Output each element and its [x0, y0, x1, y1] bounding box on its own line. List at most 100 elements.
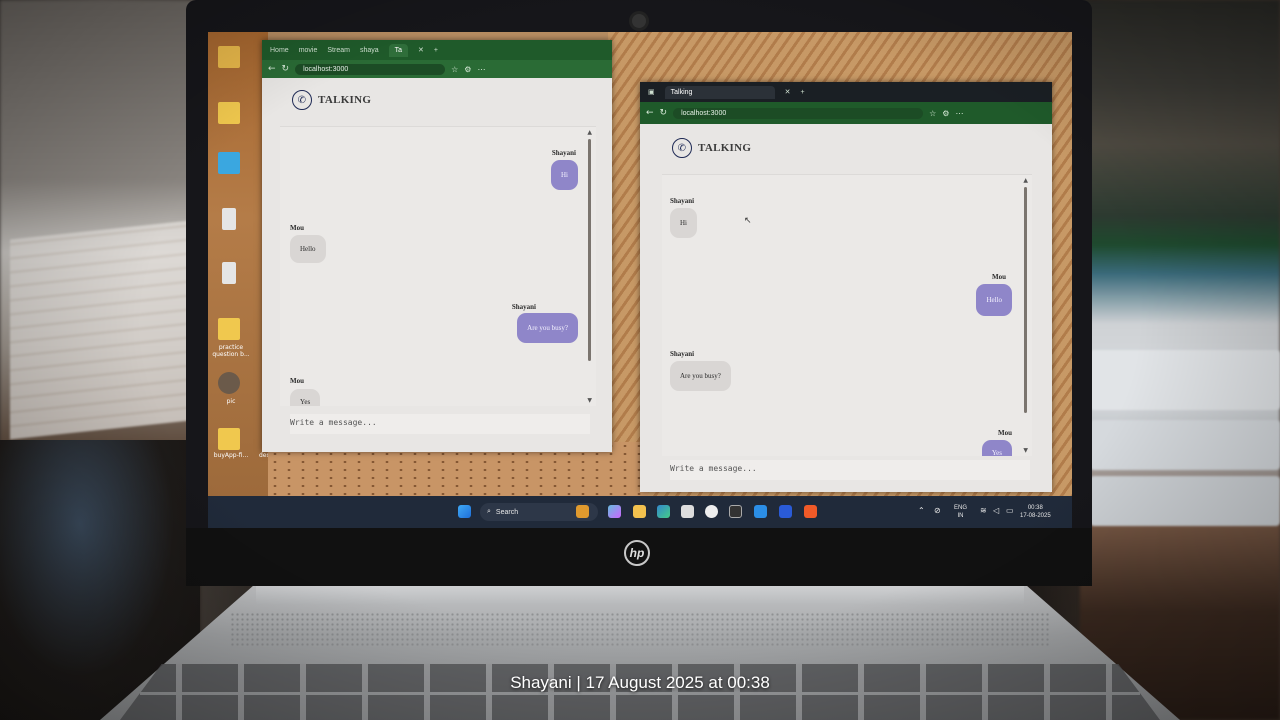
wifi-icon[interactable]: ≋: [980, 507, 987, 515]
clock[interactable]: 00:38 17-08-2025: [1020, 504, 1051, 520]
close-tab-icon[interactable]: ✕: [418, 46, 424, 54]
extensions-icon[interactable]: ⚙: [942, 109, 949, 118]
tray-chevron-icon[interactable]: ⌃: [918, 507, 925, 515]
message-bubble-sent: Hi: [551, 160, 578, 190]
brave-icon[interactable]: [804, 505, 817, 518]
message-sender: Mou: [290, 224, 304, 232]
tab-talking[interactable]: Ta: [388, 43, 409, 57]
battery-icon[interactable]: ▭: [1006, 507, 1014, 515]
search-label: Search: [495, 508, 519, 516]
phone-icon: ✆: [672, 138, 692, 158]
extensions-icon[interactable]: ⚙: [464, 65, 471, 74]
new-tab-icon[interactable]: +: [801, 89, 805, 96]
tab-strip: ▣ Talking ✕ +: [640, 82, 1052, 102]
message-sender: Mou: [992, 273, 1006, 281]
terminal-icon[interactable]: [729, 505, 742, 518]
edge-icon[interactable]: [657, 505, 670, 518]
message-sender: Mou: [290, 377, 304, 385]
scrollbar-thumb[interactable]: [588, 139, 591, 361]
tab-movie[interactable]: movie: [299, 47, 318, 54]
folder-icon[interactable]: [218, 102, 240, 124]
message-bubble-sent: Are you busy?: [517, 313, 578, 343]
new-tab-icon[interactable]: +: [434, 47, 438, 54]
file-icon[interactable]: [222, 262, 236, 284]
vscode-icon[interactable]: [754, 505, 767, 518]
network-off-icon[interactable]: ⊘: [934, 507, 941, 515]
book-spine: [1090, 476, 1280, 526]
desktop-icon-label: pic: [226, 398, 236, 405]
copilot-icon[interactable]: [608, 505, 621, 518]
folder-icon[interactable]: [218, 46, 240, 68]
file-icon[interactable]: [222, 208, 236, 230]
book-spine: [1090, 420, 1280, 470]
more-icon[interactable]: ⋯: [477, 65, 485, 74]
message-input[interactable]: Write a message...: [290, 414, 590, 434]
message-sender: Mou: [998, 429, 1012, 437]
url-field[interactable]: localhost:3000: [295, 63, 446, 75]
back-icon[interactable]: ←: [646, 108, 654, 118]
file-explorer-icon[interactable]: [633, 505, 646, 518]
message-sender: Shayani: [551, 149, 576, 157]
app-icon[interactable]: [218, 152, 240, 174]
message-bubble-received: Hello: [290, 235, 326, 263]
address-bar: ← ↻ localhost:3000 ☆ ⚙ ⋯: [640, 102, 1052, 124]
message-input[interactable]: Write a message...: [670, 460, 1030, 480]
image-icon[interactable]: [218, 372, 240, 394]
region-label: IN: [957, 513, 964, 519]
mouse-cursor-icon: ↖: [744, 216, 752, 226]
word-icon[interactable]: [779, 505, 792, 518]
app-header: ✆ TALKING: [292, 90, 371, 110]
chat-area[interactable]: Shayani Hi Mou Hello Shayani Are you bus…: [280, 126, 596, 406]
talking-app: ✆ TALKING Shayani Hi Mou Hello Shayani A…: [262, 78, 612, 452]
folder-icon[interactable]: [218, 318, 240, 340]
message-sender: Shayani: [670, 197, 695, 205]
book-spine: [1090, 350, 1280, 410]
reload-icon[interactable]: ↻: [282, 64, 290, 74]
desktop-icon-label: practice question b...: [212, 344, 250, 358]
star-icon[interactable]: ☆: [929, 109, 936, 118]
tab-stream[interactable]: Stream: [327, 47, 350, 54]
clock-time: 00:38: [1027, 505, 1043, 511]
folder-icon[interactable]: [218, 428, 240, 450]
more-icon[interactable]: ⋯: [955, 109, 963, 118]
scroll-up-icon[interactable]: ▲: [1023, 177, 1028, 184]
reload-icon[interactable]: ↻: [660, 108, 668, 118]
close-tab-icon[interactable]: ✕: [785, 88, 791, 96]
scroll-up-icon[interactable]: ▲: [587, 129, 592, 136]
store-icon[interactable]: [681, 505, 694, 518]
widget-icon[interactable]: [576, 505, 589, 518]
windows-start-icon[interactable]: [458, 505, 471, 518]
github-icon[interactable]: [705, 505, 718, 518]
lang-label: ENG: [954, 505, 968, 511]
scroll-down-icon[interactable]: ▼: [587, 397, 592, 404]
message-bubble-received: Hi: [670, 208, 697, 238]
left-papers: [10, 220, 190, 440]
tab-talking[interactable]: Talking: [664, 85, 775, 99]
browser-window-right: ▣ Talking ✕ + ← ↻ localhost:3000 ☆ ⚙ ⋯ ✆…: [640, 82, 1052, 492]
scrollbar-thumb[interactable]: [1024, 187, 1027, 413]
laptop-screen: practice question b... pic buyApp-fi... …: [208, 32, 1072, 528]
message-bubble-received: Are you busy?: [670, 361, 731, 391]
talking-app: ✆ TALKING Shayani Hi Mou Hello Shayani A…: [640, 124, 1052, 492]
clock-date: 17-08-2025: [1020, 513, 1051, 519]
desktop-icon-column: practice question b... pic buyApp-fi...: [208, 32, 268, 496]
app-title: TALKING: [318, 94, 372, 106]
message-sender: Shayani: [511, 303, 536, 311]
sidebar-icon[interactable]: ▣: [648, 88, 655, 96]
volume-icon[interactable]: ◁: [993, 507, 999, 515]
phone-icon: ✆: [292, 90, 312, 110]
photo-caption: Shayani | 17 August 2025 at 00:38: [510, 673, 770, 692]
star-icon[interactable]: ☆: [451, 65, 458, 74]
language-indicator[interactable]: ENG IN: [954, 504, 967, 520]
desktop-icon-label: buyApp-fi...: [213, 452, 249, 459]
tab-home[interactable]: Home: [270, 47, 289, 54]
back-icon[interactable]: ←: [268, 64, 276, 74]
message-sender: Shayani: [670, 350, 695, 358]
speaker-grille: [230, 612, 1050, 646]
message-bubble-received: Yes: [290, 389, 321, 406]
scroll-down-icon[interactable]: ▼: [1023, 447, 1028, 454]
url-field[interactable]: localhost:3000: [673, 107, 924, 119]
hp-logo-icon: hp: [624, 540, 650, 566]
tab-github[interactable]: shaya: [360, 47, 379, 54]
chat-area[interactable]: Shayani Hi Mou Hello Shayani Are you bus…: [662, 174, 1032, 456]
